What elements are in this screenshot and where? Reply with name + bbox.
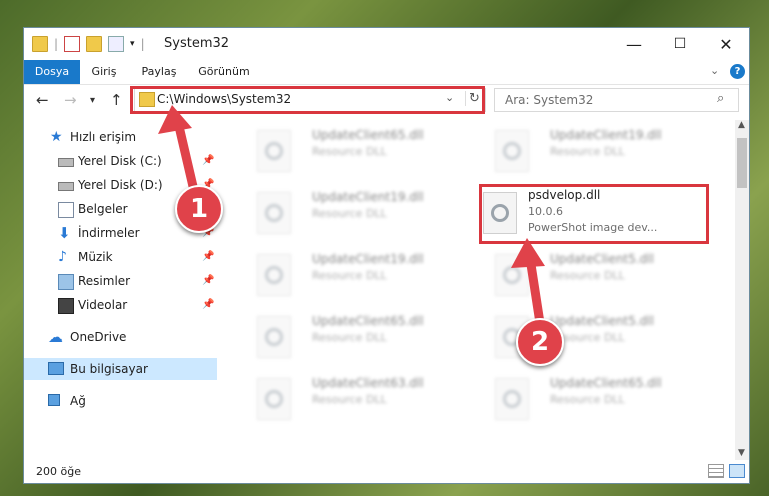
separator: |: [140, 37, 145, 51]
star-icon: ★: [50, 129, 63, 145]
sidebar-item-label: Bu bilgisayar: [70, 362, 148, 376]
file-name: UpdateClient65.dll: [312, 128, 424, 142]
item-count: 200 öğe: [36, 465, 81, 478]
sidebar-item-onedrive[interactable]: ☁ OneDrive: [24, 326, 217, 348]
search-icon[interactable]: ⌕: [717, 91, 724, 106]
file-name: UpdateClient19.dll: [312, 190, 424, 204]
help-icon[interactable]: ?: [730, 64, 745, 79]
network-icon: [48, 394, 60, 406]
documents-icon: [58, 202, 74, 218]
recent-locations-icon[interactable]: ▾: [90, 95, 95, 106]
sidebar-item-network[interactable]: Ağ: [24, 390, 217, 412]
file-name: UpdateClient19.dll: [550, 128, 662, 142]
music-icon: ♪: [58, 249, 67, 265]
pictures-icon: [58, 274, 74, 290]
details-view-icon[interactable]: [708, 464, 724, 478]
gear-icon: [503, 142, 521, 160]
sidebar-item-music[interactable]: ♪ Müzik 📌: [24, 246, 217, 268]
sidebar-item-pictures[interactable]: Resimler 📌: [24, 270, 217, 292]
drive-icon: [58, 182, 74, 191]
title-bar: | ▾ | System32 — ☐ ✕: [24, 28, 749, 60]
tab-gorunum[interactable]: Görünüm: [196, 60, 252, 84]
close-button[interactable]: ✕: [703, 28, 749, 60]
arrow-one-shaft: [173, 120, 200, 197]
file-description: Resource DLL: [550, 393, 625, 406]
file-item[interactable]: UpdateClient65.dll Resource DLL: [237, 310, 467, 366]
up-arrow-icon[interactable]: ↑: [110, 91, 123, 109]
drive-icon: [58, 158, 74, 167]
sidebar-item-label: Hızlı erişim: [70, 130, 137, 144]
scrollbar-thumb[interactable]: [737, 138, 747, 188]
arrow-two-shaft: [525, 257, 545, 324]
file-item[interactable]: UpdateClient65.dll Resource DLL: [475, 372, 705, 428]
videos-icon: [58, 298, 74, 314]
sidebar-item-label: İndirmeler: [78, 226, 140, 240]
separator: |: [54, 37, 59, 51]
large-icons-view-icon[interactable]: [729, 464, 745, 478]
folder-icon: [32, 36, 48, 52]
file-name: UpdateClient65.dll: [550, 376, 662, 390]
forward-arrow-icon[interactable]: →: [64, 91, 77, 109]
computer-icon: [48, 362, 64, 375]
gear-icon: [265, 390, 283, 408]
maximize-button[interactable]: ☐: [657, 28, 703, 60]
pin-icon[interactable]: 📌: [202, 246, 214, 268]
arrow-two-head: [511, 238, 545, 268]
sidebar-item-label: Müzik: [78, 250, 113, 264]
cloud-icon: ☁: [48, 328, 63, 346]
status-bar: 200 öğe: [24, 460, 749, 483]
file-name: UpdateClient65.dll: [312, 314, 424, 328]
file-description: Resource DLL: [312, 145, 387, 158]
properties-icon[interactable]: [64, 36, 81, 52]
vertical-scrollbar[interactable]: ▲ ▼: [735, 120, 749, 460]
sidebar-item-videos[interactable]: Videolar 📌: [24, 294, 217, 316]
sidebar-item-label: OneDrive: [70, 330, 127, 344]
sidebar-item-label: Belgeler: [78, 202, 128, 216]
file-description: Resource DLL: [312, 393, 387, 406]
chevron-down-icon[interactable]: ▾: [130, 39, 135, 49]
scroll-down-icon[interactable]: ▼: [738, 448, 745, 458]
gear-icon: [265, 266, 283, 284]
download-icon: ⬇: [58, 224, 71, 242]
gear-icon: [265, 142, 283, 160]
callout-badge-two: 2: [516, 318, 564, 366]
gear-icon: [503, 390, 521, 408]
gear-icon: [265, 328, 283, 346]
window-title: System32: [164, 36, 230, 51]
file-item[interactable]: UpdateClient19.dll Resource DLL: [237, 248, 467, 304]
file-name: UpdateClient63.dll: [312, 376, 424, 390]
tab-giris[interactable]: Giriş: [84, 60, 124, 84]
file-list: UpdateClient65.dll Resource DLL UpdateCl…: [217, 120, 735, 460]
file-item[interactable]: UpdateClient19.dll Resource DLL: [475, 124, 705, 180]
file-description: Resource DLL: [312, 207, 387, 220]
tab-dosya[interactable]: Dosya: [24, 60, 80, 84]
search-input[interactable]: Ara: System32 ⌕: [494, 88, 739, 112]
pin-icon[interactable]: 📌: [202, 294, 214, 316]
callout-badge-one: 1: [175, 185, 223, 233]
file-description: Resource DLL: [312, 269, 387, 282]
ribbon-expand-icon[interactable]: ⌄: [710, 64, 719, 77]
search-placeholder: Ara: System32: [505, 93, 594, 107]
back-arrow-icon[interactable]: ←: [36, 91, 49, 109]
view-icon[interactable]: [108, 36, 125, 52]
scroll-up-icon[interactable]: ▲: [738, 120, 745, 130]
quick-access-toolbar: | ▾ |: [32, 36, 145, 52]
tab-paylas[interactable]: Paylaş: [136, 60, 182, 84]
file-item[interactable]: UpdateClient65.dll Resource DLL: [237, 124, 467, 180]
file-name: UpdateClient19.dll: [312, 252, 424, 266]
file-description: Resource DLL: [550, 145, 625, 158]
new-folder-icon[interactable]: [86, 36, 103, 52]
ribbon-tabs: Dosya Giriş Paylaş Görünüm ⌄ ?: [24, 60, 749, 85]
pin-icon[interactable]: 📌: [202, 270, 214, 292]
sidebar-item-label: Resimler: [78, 274, 131, 288]
sidebar-item-label: Ağ: [70, 394, 86, 408]
sidebar-item-label: Videolar: [78, 298, 128, 312]
file-item[interactable]: UpdateClient19.dll Resource DLL: [237, 186, 467, 242]
sidebar-item-this-pc[interactable]: Bu bilgisayar: [24, 358, 217, 380]
file-description: Resource DLL: [312, 331, 387, 344]
minimize-button[interactable]: —: [611, 28, 657, 60]
arrow-one-head: [158, 105, 192, 134]
file-item[interactable]: UpdateClient63.dll Resource DLL: [237, 372, 467, 428]
gear-icon: [265, 204, 283, 222]
